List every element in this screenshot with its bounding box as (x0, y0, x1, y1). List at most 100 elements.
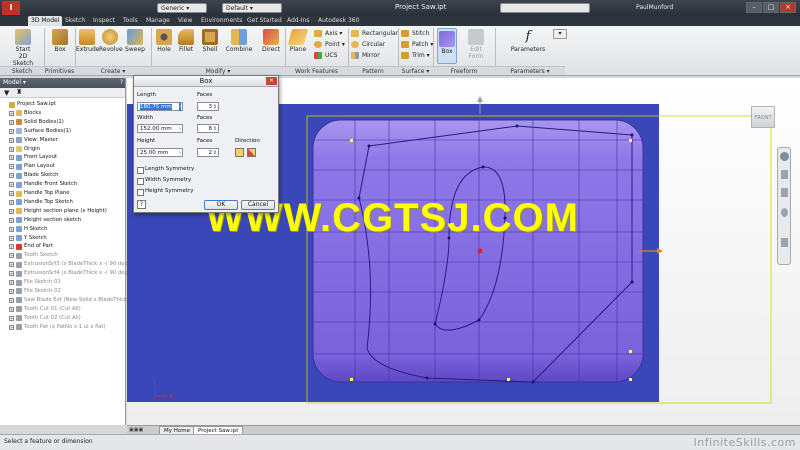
expand-toggle-icon[interactable]: + (9, 182, 14, 188)
patch-button[interactable]: Patch ▾ (401, 40, 433, 49)
tab-inspect[interactable]: Inspect (90, 16, 118, 26)
center-point[interactable] (477, 248, 483, 254)
parameters-button[interactable]: f Parameters (510, 29, 546, 53)
search-input[interactable] (500, 3, 590, 13)
sweep-button[interactable]: Sweep (124, 29, 146, 53)
expand-toggle-icon[interactable]: + (9, 253, 14, 259)
group-modify[interactable]: Modify ▾ (151, 66, 285, 75)
group-surface[interactable]: Surface ▾ (398, 66, 433, 75)
fillet-button[interactable]: Fillet (176, 29, 196, 53)
maximize-button[interactable]: □ (763, 2, 779, 13)
feature-icon (16, 324, 22, 330)
width-symmetry-checkbox[interactable]: Width Symmetry (137, 177, 191, 185)
expand-toggle-icon[interactable]: + (9, 271, 14, 277)
cancel-button[interactable]: Cancel (241, 200, 275, 210)
direction-flip-button[interactable] (235, 148, 244, 157)
expand-toggle-icon[interactable]: + (9, 199, 14, 205)
expand-toggle-icon[interactable]: + (9, 191, 14, 196)
faces-height-spinner[interactable]: 2 ⇕ (197, 148, 219, 157)
axis-button[interactable]: Axis ▾ (314, 29, 342, 38)
circular-pattern-button[interactable]: Circular (351, 40, 385, 49)
start-2d-sketch-button[interactable]: Start 2D Sketch (8, 29, 38, 67)
filter-icon[interactable]: ▼ (4, 89, 9, 97)
group-parameters[interactable]: Parameters ▾ (495, 66, 565, 75)
rectangular-pattern-button[interactable]: Rectangular (351, 29, 398, 38)
expand-toggle-icon[interactable]: + (9, 288, 14, 294)
expand-toggle-icon[interactable]: + (9, 226, 14, 232)
tab-sketch[interactable]: Sketch (62, 16, 88, 26)
faces-width-spinner[interactable]: 8 ⇕ (197, 124, 219, 133)
circular-pattern-icon (351, 41, 359, 48)
tab-tools[interactable]: Tools (120, 16, 141, 26)
look-at-icon[interactable] (781, 238, 788, 247)
tab-get-started[interactable]: Get Started (244, 16, 285, 26)
ok-button[interactable]: OK (204, 200, 238, 210)
tab-environments[interactable]: Environments (198, 16, 245, 26)
expand-toggle-icon[interactable]: + (9, 280, 14, 285)
mirror-button[interactable]: Mirror (351, 51, 380, 60)
edit-form-button[interactable]: Edit Form (464, 29, 488, 60)
tab-manage[interactable]: Manage (143, 16, 173, 26)
options-dropdown[interactable]: ▾ (553, 29, 567, 39)
ucs-button[interactable]: UCS (314, 51, 337, 60)
group-create[interactable]: Create ▾ (75, 66, 151, 75)
point-button[interactable]: Point ▾ (314, 40, 345, 49)
height-symmetry-checkbox[interactable]: Height Symmetry (137, 188, 193, 196)
length-input[interactable]: 180.75 mm › (137, 102, 183, 111)
find-icon[interactable]: ♜ (16, 88, 22, 96)
direction-symmetric-button[interactable] (247, 148, 256, 157)
trim-button[interactable]: Trim ▾ (401, 51, 430, 60)
width-input[interactable]: 152.00 mm › (137, 124, 183, 133)
combine-button[interactable]: Combine (225, 29, 253, 53)
stitch-button[interactable]: Stitch (401, 29, 429, 38)
tab-3d-model[interactable]: 3D Model (28, 16, 63, 26)
expand-toggle-icon[interactable]: + (9, 306, 14, 312)
revolve-button[interactable]: Revolve (99, 29, 123, 53)
zoom-icon[interactable] (781, 188, 788, 197)
tab-nav-icons[interactable]: ▣▣▣ (129, 427, 143, 433)
quick-access-generic[interactable]: Generic ▾ (157, 3, 207, 13)
length-symmetry-checkbox[interactable]: Length Symmetry (137, 166, 194, 174)
expand-toggle-icon[interactable]: + (9, 297, 14, 303)
user-name[interactable]: PaulMunford (636, 4, 673, 11)
tab-autodesk-360[interactable]: Autodesk 360 (315, 16, 362, 26)
freeform-box-button[interactable]: Box (437, 28, 457, 64)
expand-toggle-icon[interactable]: + (9, 164, 14, 170)
height-input[interactable]: 25.00 mm › (137, 148, 183, 157)
expand-toggle-icon[interactable]: + (9, 137, 14, 143)
expand-toggle-icon[interactable]: + (9, 128, 14, 134)
dialog-close-button[interactable]: × (266, 77, 277, 85)
hole-button[interactable]: Hole (154, 29, 174, 53)
quick-access-default[interactable]: Default ▾ (222, 3, 282, 13)
expand-toggle-icon[interactable]: + (9, 315, 14, 321)
expand-toggle-icon[interactable]: + (9, 155, 14, 161)
expand-toggle-icon[interactable]: + (9, 217, 14, 223)
direct-button[interactable]: Direct (260, 29, 282, 53)
orbit-icon[interactable] (781, 208, 788, 217)
navigation-bar[interactable] (777, 147, 791, 265)
app-logo-icon[interactable]: I (2, 1, 20, 15)
expand-toggle-icon[interactable]: + (9, 110, 14, 116)
expand-toggle-icon[interactable]: + (9, 324, 14, 330)
extrude-button[interactable]: Extrude (76, 29, 99, 53)
tab-add-ins[interactable]: Add-Ins (284, 16, 312, 26)
pan-icon[interactable] (781, 170, 788, 179)
expand-toggle-icon[interactable]: + (9, 235, 14, 241)
tab-view[interactable]: View (175, 16, 195, 26)
minimize-button[interactable]: – (746, 2, 762, 13)
close-button[interactable]: × (780, 2, 796, 13)
plane-button[interactable]: Plane (287, 29, 309, 53)
full-navigation-wheel-icon[interactable] (780, 152, 789, 161)
close-icon[interactable]: ? (120, 78, 123, 88)
help-icon[interactable]: ? (137, 200, 146, 209)
expand-toggle-icon[interactable]: + (9, 208, 14, 214)
expand-toggle-icon[interactable]: + (9, 146, 14, 152)
expand-toggle-icon[interactable]: + (9, 244, 14, 250)
view-cube[interactable]: FRONT (751, 106, 775, 128)
expand-toggle-icon[interactable]: + (9, 119, 14, 125)
expand-toggle-icon[interactable]: + (9, 173, 14, 179)
shell-button[interactable]: Shell (200, 29, 220, 53)
box-primitive-button[interactable]: Box (50, 29, 70, 53)
expand-toggle-icon[interactable]: + (9, 262, 14, 268)
faces-length-spinner[interactable]: 3 ⇕ (197, 102, 219, 111)
